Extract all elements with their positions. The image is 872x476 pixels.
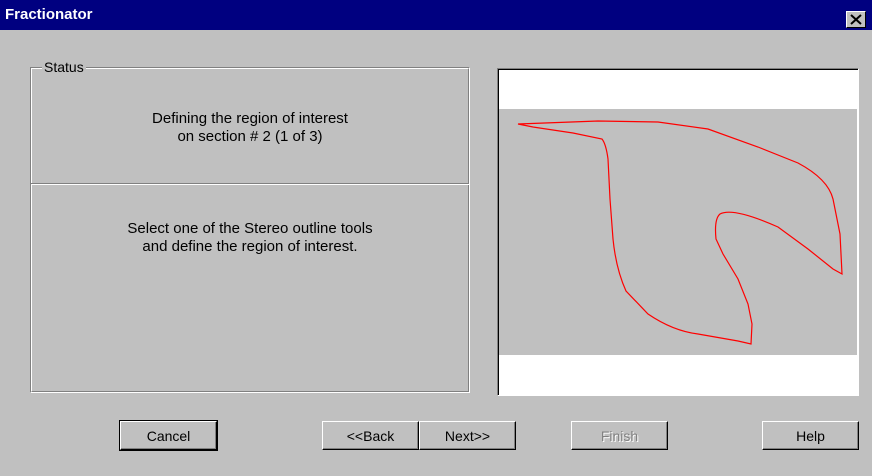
- status-line-1: Defining the region of interest: [152, 110, 348, 127]
- status-divider: [31, 183, 469, 185]
- preview-canvas: [499, 109, 857, 355]
- status-message: Defining the region of interest on secti…: [31, 110, 469, 146]
- instruction-line-1: Select one of the Stereo outline tools: [127, 220, 373, 237]
- status-group-label: Status: [42, 59, 86, 75]
- next-button[interactable]: Next>>: [419, 421, 516, 450]
- help-button[interactable]: Help: [762, 421, 859, 450]
- instruction-line-2: and define the region of interest.: [142, 238, 358, 255]
- window-title: Fractionator: [5, 6, 93, 23]
- instruction-message: Select one of the Stereo outline tools a…: [31, 220, 469, 256]
- cancel-button[interactable]: Cancel: [119, 420, 218, 451]
- finish-button: Finish: [571, 421, 668, 450]
- section-preview: [497, 68, 859, 396]
- title-bar: Fractionator: [0, 0, 872, 30]
- back-button[interactable]: <<Back: [322, 421, 419, 450]
- preview-image-area: [499, 109, 857, 355]
- close-icon: [850, 14, 862, 25]
- close-button[interactable]: [846, 11, 866, 28]
- status-line-2: on section # 2 (1 of 3): [177, 128, 323, 145]
